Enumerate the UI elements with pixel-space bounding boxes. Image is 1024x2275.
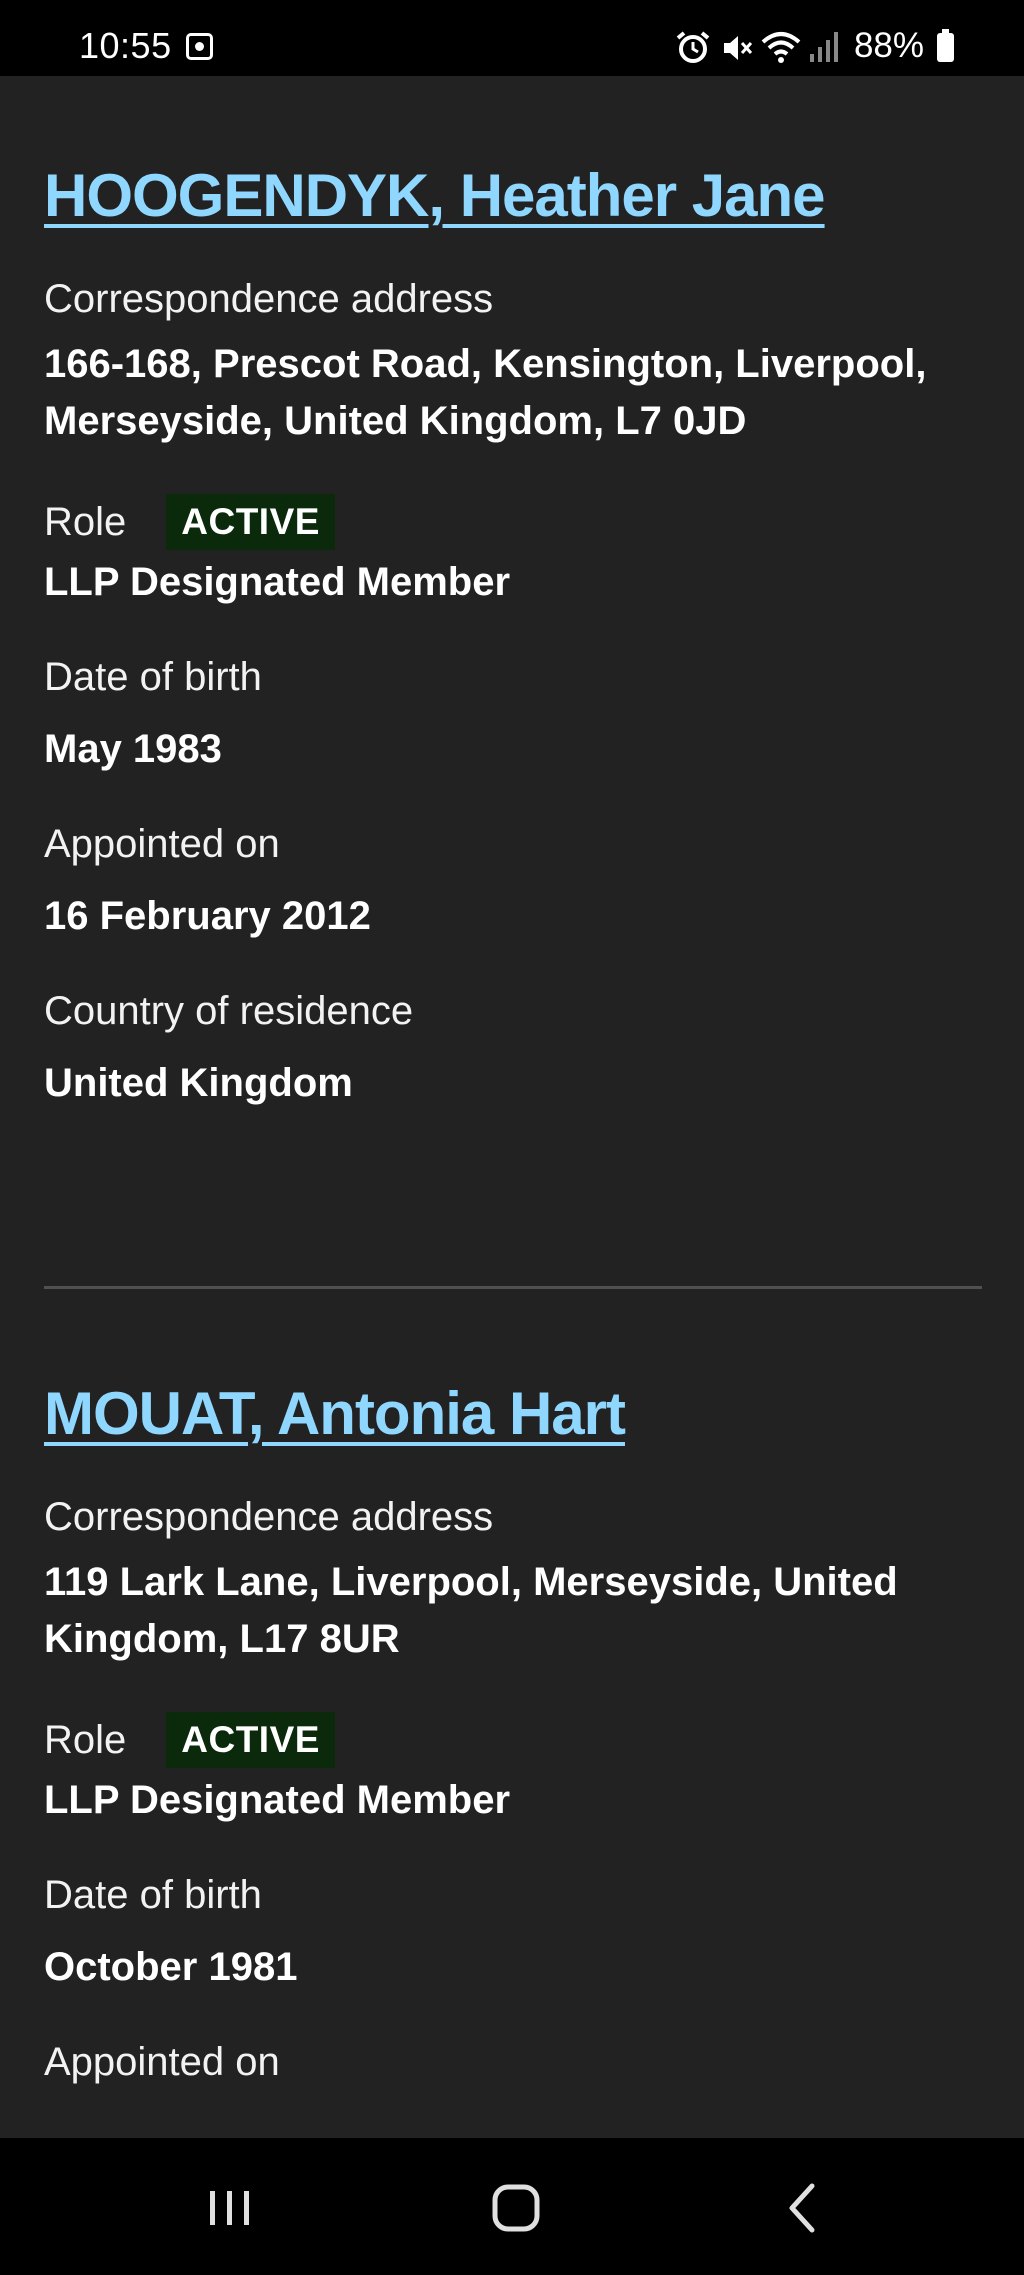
role-row: Role ACTIVE [44,1712,984,1768]
role-row: Role ACTIVE [44,494,984,550]
address-label: Correspondence address [44,1495,494,1539]
role-label: Role [44,500,127,544]
wifi-icon [761,32,801,63]
role-value: LLP Designated Member [44,560,511,604]
divider [44,1286,982,1289]
battery-percentage: 88% [853,26,924,65]
dob-value: May 1983 [44,727,222,771]
mute-icon [724,36,753,60]
officer-card: HOOGENDYK, Heather Jane Correspondence a… [44,159,984,1112]
address-value-line1: 166-168, Prescot Road, Kensington, Liver… [44,342,927,386]
address-value-line2: Merseyside, United Kingdom, L7 0JD [44,399,747,443]
navigation-bar [0,2138,1024,2275]
appointed-label: Appointed on [44,2040,280,2084]
dob-label: Date of birth [44,655,262,699]
address-value-line2: Kingdom, L17 8UR [44,1617,400,1661]
status-bar: 10:55 88% [0,0,1024,76]
battery-status: 88% [824,24,954,68]
status-badge: ACTIVE [166,1712,335,1768]
recent-apps-icon[interactable] [190,2168,270,2248]
address-value-line1: 119 Lark Lane, Liverpool, Merseyside, Un… [44,1560,898,1604]
back-icon[interactable] [762,2168,842,2248]
country-value: United Kingdom [44,1061,353,1105]
role-value: LLP Designated Member [44,1778,511,1822]
home-icon[interactable] [476,2168,556,2248]
appointed-value: 16 February 2012 [44,894,371,938]
officer-name-link[interactable]: HOOGENDYK, Heather Jane [44,159,826,233]
status-time: 10:55 [79,25,172,66]
role-label: Role [44,1718,127,1762]
alarm-icon [676,31,710,63]
appointed-label: Appointed on [44,822,280,866]
dob-value: October 1981 [44,1945,298,1989]
officers-list[interactable]: HOOGENDYK, Heather Jane Correspondence a… [0,76,1024,2138]
battery-icon [937,29,954,62]
country-label: Country of residence [44,989,414,1033]
officer-name-link[interactable]: MOUAT, Antonia Hart [44,1377,626,1451]
address-label: Correspondence address [44,277,494,321]
dob-label: Date of birth [44,1873,262,1917]
status-badge: ACTIVE [166,494,335,550]
notification-icon [186,33,213,60]
officer-card: MOUAT, Antonia Hart Correspondence addre… [44,1377,984,2088]
